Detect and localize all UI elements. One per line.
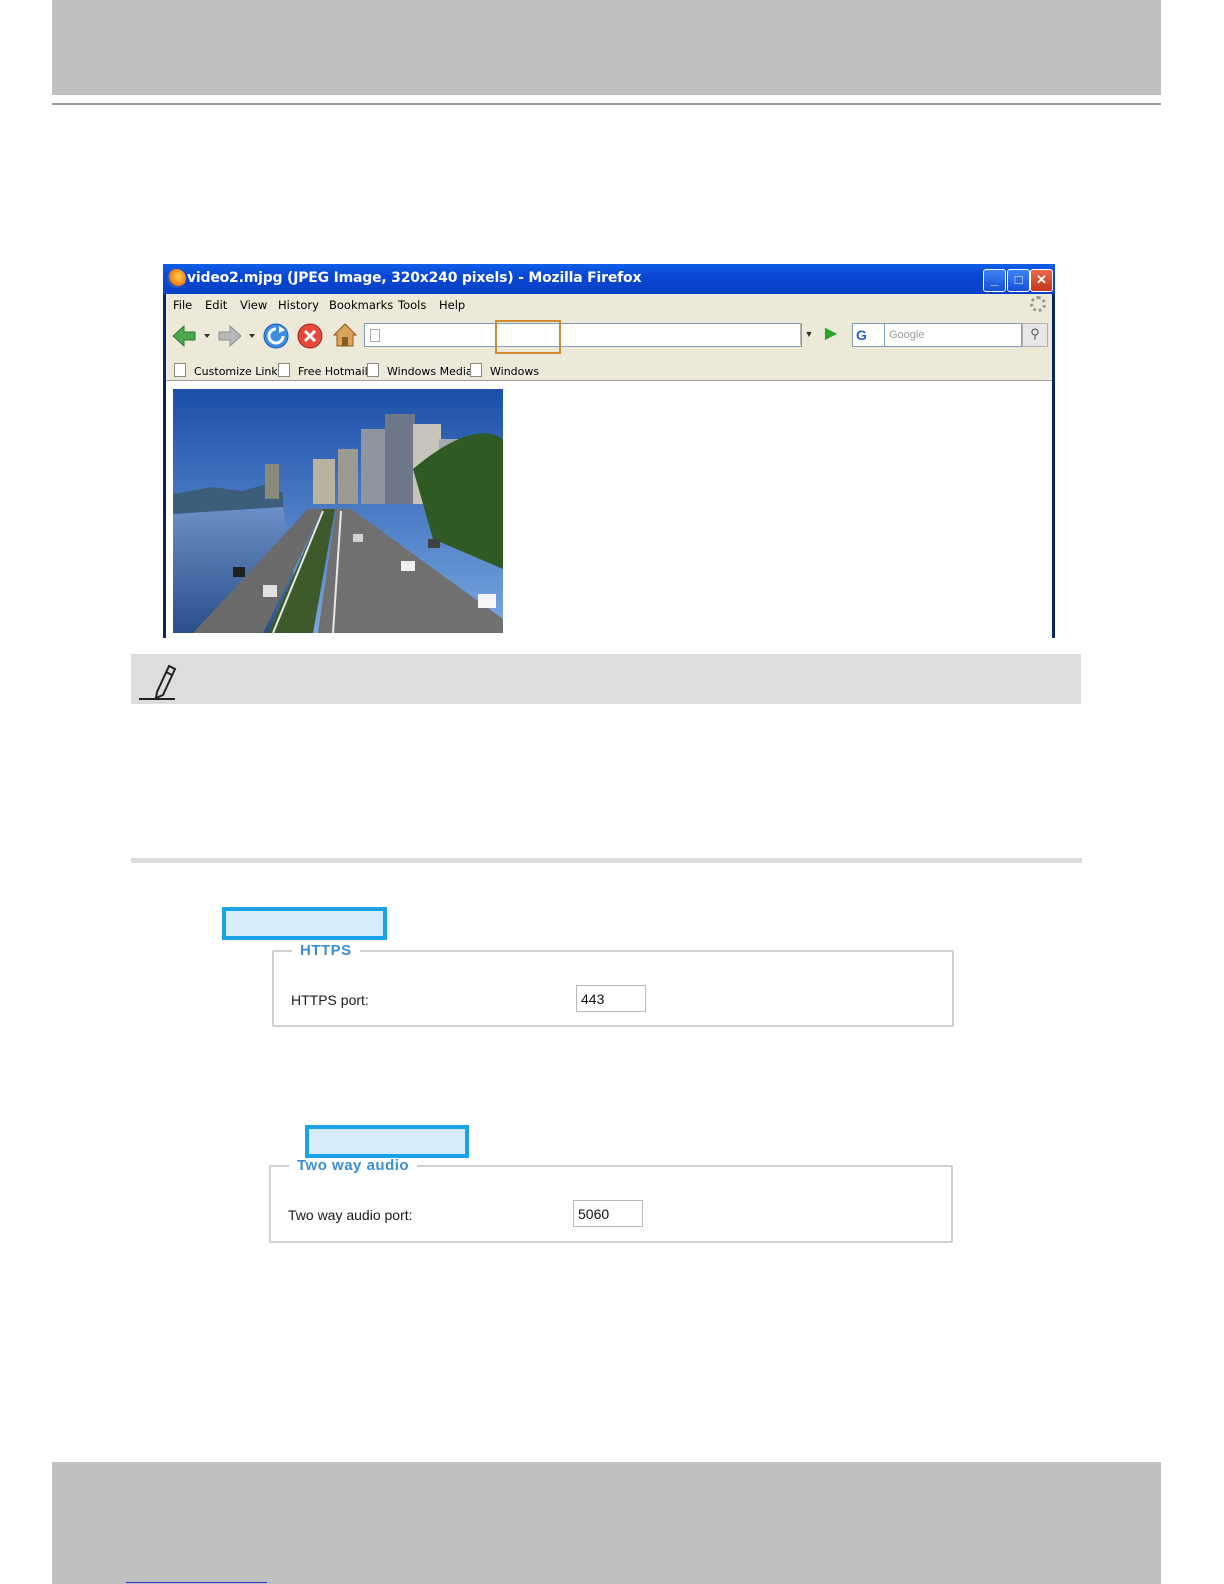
throbber-icon [1030, 296, 1046, 312]
pencil-note-icon [139, 664, 177, 700]
search-input[interactable]: Google [884, 323, 1022, 347]
section-divider [131, 858, 1082, 863]
camera-snapshot-image [173, 389, 503, 633]
title-bar: video2.mjpg (JPEG Image, 320x240 pixels)… [163, 264, 1055, 294]
address-bar-input[interactable] [364, 323, 802, 347]
two-way-audio-port-label: Two way audio port: [288, 1207, 413, 1223]
page-footer-band [52, 1462, 1161, 1584]
page-icon [367, 363, 379, 377]
bookmark-windows[interactable]: Windows [470, 363, 539, 378]
browser-content [166, 380, 1052, 639]
https-legend: HTTPS [300, 942, 352, 959]
header-rule [52, 103, 1161, 105]
menu-help[interactable]: Help [439, 298, 465, 312]
page-icon [278, 363, 290, 377]
https-port-label: HTTPS port: [291, 992, 369, 1008]
two-way-audio-legend: Two way audio [297, 1157, 410, 1174]
menu-view[interactable]: View [240, 298, 267, 312]
reload-icon[interactable] [263, 323, 289, 349]
address-dropdown-icon[interactable]: ▼ [800, 323, 817, 345]
menu-bar: File Edit View History Bookmarks Tools H… [166, 294, 1052, 316]
url-callout-box [495, 320, 561, 354]
bookmark-free-hotmail[interactable]: Free Hotmail [278, 363, 368, 378]
menu-history[interactable]: History [278, 298, 319, 312]
firefox-window: video2.mjpg (JPEG Image, 320x240 pixels)… [163, 264, 1055, 639]
window-title: video2.mjpg (JPEG Image, 320x240 pixels)… [187, 270, 642, 286]
two-way-audio-panel: Two way audio Two way audio port: [269, 1157, 953, 1243]
maximize-button[interactable]: □ [1007, 269, 1030, 292]
highlighted-button-callout-2 [305, 1125, 469, 1158]
highlighted-button-callout [222, 907, 387, 940]
note-bar [131, 654, 1081, 704]
bookmarks-toolbar: Customize Links Free Hotmail Windows Med… [166, 358, 1052, 380]
page-header-band [52, 0, 1161, 95]
search-icon[interactable]: ⚲ [1022, 323, 1048, 347]
search-engine-selector[interactable]: G [852, 323, 886, 347]
https-panel: HTTPS HTTPS port: [272, 942, 954, 1027]
page-icon [370, 329, 380, 342]
firefox-logo-icon [167, 269, 186, 288]
stop-icon[interactable] [297, 323, 323, 349]
page-icon [470, 363, 482, 377]
go-arrow-icon[interactable]: ▶ [820, 323, 842, 345]
forward-arrow-icon[interactable] [217, 324, 259, 348]
minimize-button[interactable]: _ [983, 269, 1006, 292]
back-arrow-icon[interactable] [171, 324, 213, 348]
close-button[interactable]: ✕ [1030, 269, 1053, 292]
two-way-audio-port-input[interactable] [573, 1200, 643, 1227]
browser-chrome: File Edit View History Bookmarks Tools H… [166, 294, 1052, 639]
page-icon [174, 363, 186, 377]
https-port-input[interactable] [576, 985, 646, 1012]
bookmark-customize-links[interactable]: Customize Links [174, 363, 284, 378]
menu-edit[interactable]: Edit [205, 298, 227, 312]
navigation-toolbar: ▼ ▶ G Google ⚲ [166, 318, 1052, 356]
bookmark-windows-media[interactable]: Windows Media [367, 363, 473, 378]
home-icon[interactable] [332, 322, 358, 348]
menu-bookmarks[interactable]: Bookmarks [329, 298, 393, 312]
menu-tools[interactable]: Tools [398, 298, 426, 312]
menu-file[interactable]: File [173, 298, 192, 312]
